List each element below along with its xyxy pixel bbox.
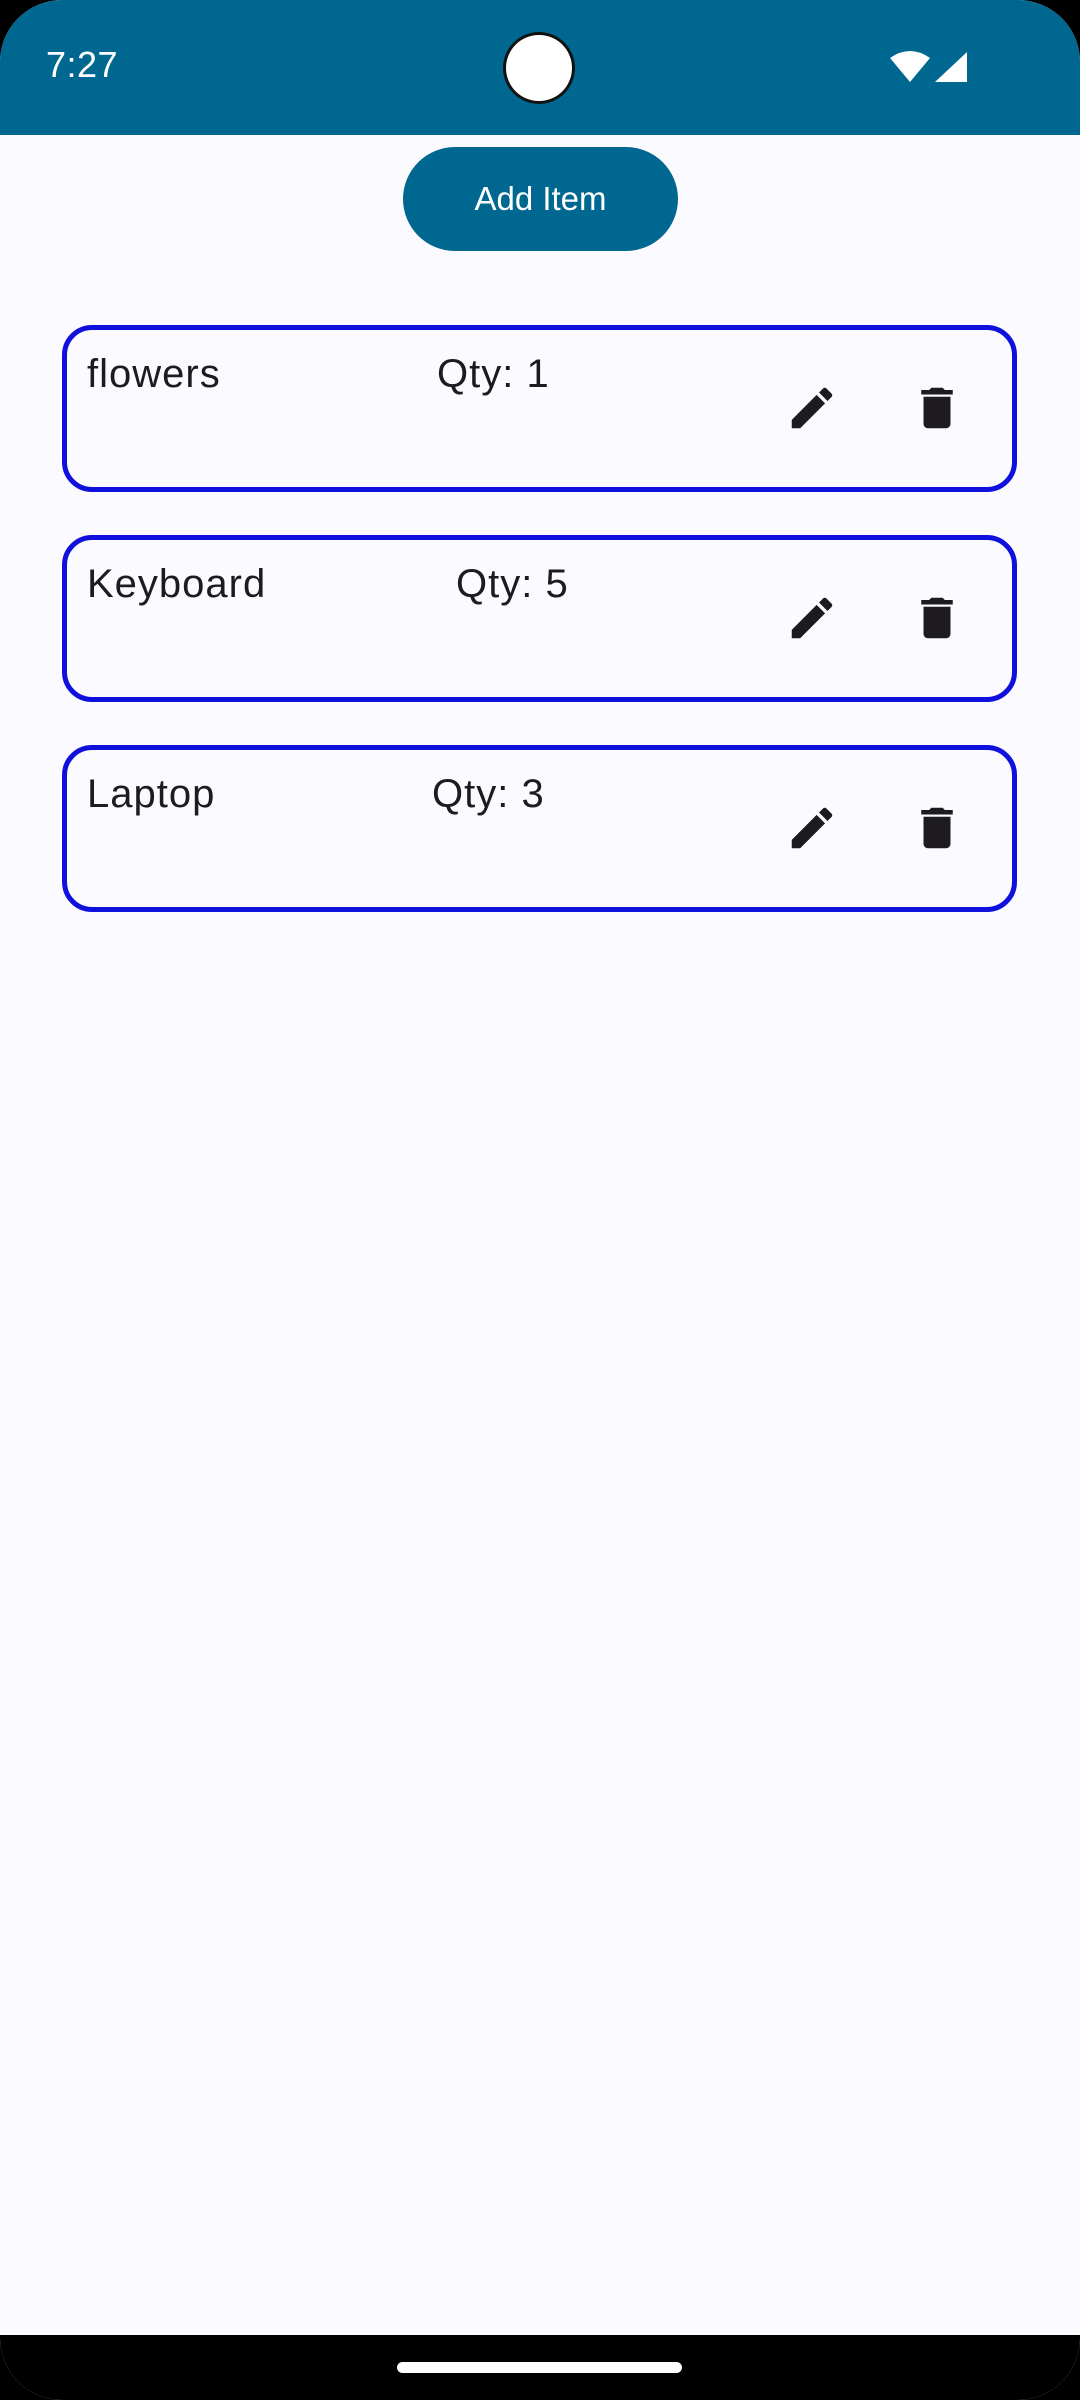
home-indicator[interactable] <box>397 2362 682 2373</box>
delete-button[interactable] <box>907 588 967 648</box>
list-item[interactable]: Keyboard Qty: 5 <box>62 535 1017 702</box>
item-name: Laptop <box>87 772 216 816</box>
item-quantity: Qty: 5 <box>456 562 569 606</box>
status-time: 7:27 <box>46 44 119 85</box>
add-item-button[interactable]: Add Item <box>403 147 678 251</box>
wifi-icon <box>890 51 930 82</box>
list-item[interactable]: flowers Qty: 1 <box>62 325 1017 492</box>
item-quantity: Qty: 3 <box>432 772 545 816</box>
trash-icon <box>921 597 953 639</box>
delete-button[interactable] <box>907 378 967 438</box>
camera-cutout <box>506 35 572 101</box>
trash-icon <box>921 387 953 429</box>
item-quantity: Qty: 1 <box>437 352 550 396</box>
pencil-icon <box>791 387 833 429</box>
edit-button[interactable] <box>782 378 842 438</box>
edit-button[interactable] <box>782 588 842 648</box>
item-name: Keyboard <box>87 562 267 606</box>
item-list: flowers Qty: 1 Keyboard Qty: 5 Laptop Qt… <box>62 325 1017 955</box>
list-item[interactable]: Laptop Qty: 3 <box>62 745 1017 912</box>
delete-button[interactable] <box>907 798 967 858</box>
pencil-icon <box>791 807 833 849</box>
pencil-icon <box>791 597 833 639</box>
app-screen: 7:27 Add Item flowers Qty: 1 Keyboard Qt… <box>0 0 1080 2400</box>
status-bar: 7:27 <box>0 0 1080 135</box>
edit-button[interactable] <box>782 798 842 858</box>
item-name: flowers <box>87 352 221 396</box>
signal-icon <box>935 52 967 82</box>
trash-icon <box>921 807 953 849</box>
